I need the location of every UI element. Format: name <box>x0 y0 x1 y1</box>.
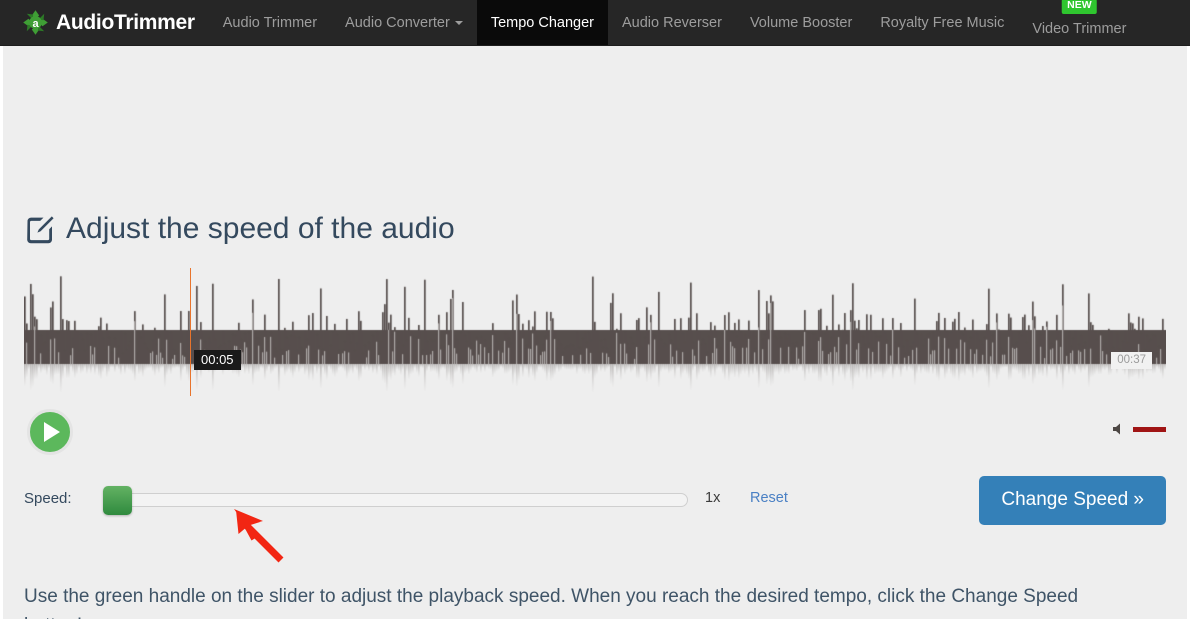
page-left-border <box>0 46 3 619</box>
instructions-text: Use the green handle on the slider to ad… <box>24 586 1079 619</box>
reset-speed-link[interactable]: Reset <box>750 490 788 506</box>
new-badge: NEW <box>1062 0 1097 14</box>
waveform-canvas[interactable] <box>24 268 1166 396</box>
nav-item-label: Video Trimmer <box>1032 20 1127 37</box>
speed-label: Speed: <box>24 490 72 507</box>
nav-item-label: Audio Reverser <box>622 14 722 31</box>
speed-slider-track[interactable] <box>103 493 688 507</box>
nav-item-audio-reverser[interactable]: Audio Reverser <box>608 0 736 45</box>
brand-name: AudioTrimmer <box>56 10 195 34</box>
play-button[interactable] <box>27 409 73 455</box>
volume-slider[interactable] <box>1133 426 1166 432</box>
speaker-icon[interactable] <box>1112 422 1126 436</box>
brand-logo-link[interactable]: a AudioTrimmer <box>0 0 209 45</box>
nav-item-video-trimmer[interactable]: NEW Video Trimmer <box>1018 0 1140 45</box>
nav-item-label: Royalty Free Music <box>880 14 1005 31</box>
page-title: Adjust the speed of the audio <box>24 214 455 247</box>
nav-item-tempo-changer[interactable]: Tempo Changer <box>476 0 608 45</box>
nav-item-label: Volume Booster <box>749 14 853 31</box>
page-title-text: Adjust the speed of the audio <box>66 212 455 245</box>
nav-item-label: Tempo Changer <box>490 14 594 31</box>
nav-item-audio-trimmer[interactable]: Audio Trimmer <box>209 0 331 45</box>
top-navigation-bar: a AudioTrimmer Audio Trimmer Audio Conve… <box>0 0 1190 46</box>
nav-item-royalty-free-music[interactable]: Royalty Free Music <box>866 0 1018 45</box>
nav-item-label: Audio Trimmer <box>222 14 318 31</box>
change-speed-button[interactable]: Change Speed » <box>979 476 1166 525</box>
speed-value-label: 1x <box>705 490 721 506</box>
playhead-cursor[interactable] <box>190 268 191 396</box>
total-time-label: 00:37 <box>1111 352 1152 369</box>
chevron-down-icon <box>454 20 463 25</box>
nav-item-audio-converter[interactable]: Audio Converter <box>331 0 477 45</box>
nav-items-list: Audio Trimmer Audio Converter Tempo Chan… <box>209 0 1141 45</box>
red-arrow-annotation <box>233 508 293 573</box>
nav-item-label: Audio Converter <box>345 14 450 31</box>
audio-waveform[interactable]: 00:05 00:37 <box>24 268 1166 396</box>
speed-slider-handle[interactable] <box>103 486 132 515</box>
current-time-label: 00:05 <box>194 350 241 370</box>
nav-item-volume-booster[interactable]: Volume Booster <box>736 0 866 45</box>
audiotrimmer-logo-icon: a <box>22 9 49 36</box>
edit-square-icon <box>24 215 55 246</box>
svg-text:a: a <box>32 18 39 30</box>
volume-control[interactable] <box>1112 422 1166 436</box>
play-icon <box>44 422 60 442</box>
page-content: Adjust the speed of the audio 00:05 00:3… <box>0 46 1190 619</box>
